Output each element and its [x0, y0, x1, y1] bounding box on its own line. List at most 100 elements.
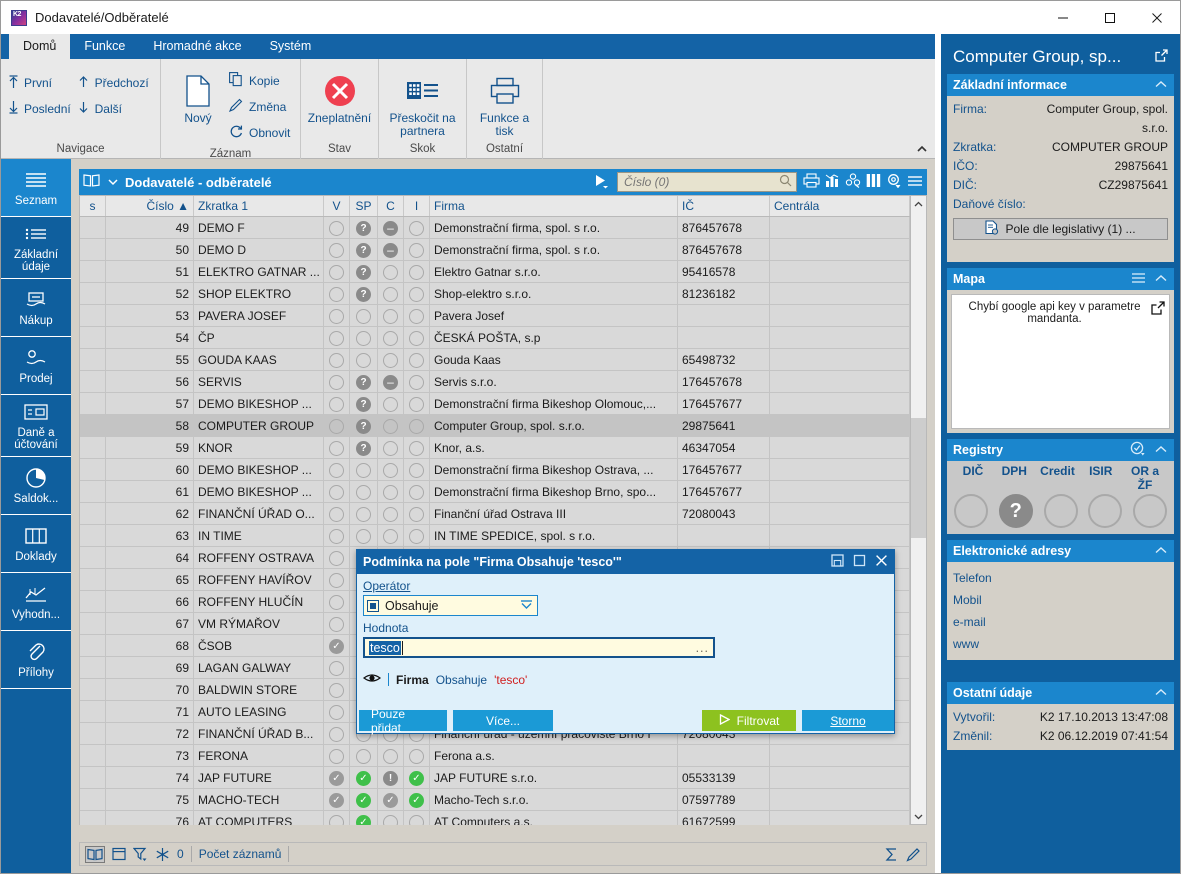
zmena-button[interactable]: Změna — [229, 94, 290, 120]
sidebar-item-prilohy[interactable]: Přílohy — [1, 631, 71, 689]
obnovit-button[interactable]: Obnovit — [229, 120, 290, 146]
play-filter-icon[interactable] — [593, 173, 609, 192]
section-header-registry[interactable]: Registry — [947, 439, 1174, 461]
registry-circle-credit[interactable] — [1044, 494, 1078, 528]
table-row[interactable]: 62FINANČNÍ ÚŘAD O...Finanční úřad Ostrav… — [80, 503, 926, 525]
sidebar-item-seznam[interactable]: Seznam — [1, 159, 71, 217]
close-button[interactable] — [1133, 1, 1180, 34]
table-row[interactable]: 54ČPČESKÁ POŠTA, s.p — [80, 327, 926, 349]
chevron-down-icon[interactable] — [107, 175, 119, 189]
column-header-c[interactable]: C — [378, 196, 404, 216]
tab-domu[interactable]: Domů — [9, 34, 70, 59]
nav-dalsi-button[interactable]: Další — [78, 96, 154, 122]
bar-chart-icon[interactable] — [825, 173, 840, 191]
table-row[interactable]: 58COMPUTER GROUP?Computer Group, spol. s… — [80, 415, 926, 437]
archive-icon[interactable] — [112, 847, 126, 861]
chevron-up-icon[interactable] — [1154, 78, 1168, 92]
section-header-zakladni[interactable]: Základní informace — [947, 74, 1174, 96]
book-open-icon[interactable] — [85, 846, 105, 863]
cancel-button[interactable]: Storno — [802, 710, 894, 731]
table-row[interactable]: 63IN TIMEIN TIME SPEDICE, spol. s r.o. — [80, 525, 926, 547]
search-input[interactable] — [622, 174, 779, 190]
sidebar-item-zakladni-udaje[interactable]: Základní údaje — [1, 217, 71, 279]
value-input[interactable]: tesco ... — [363, 637, 715, 658]
table-row[interactable]: 75MACHO-TECH✓✓✓✓Macho-Tech s.r.o.0759778… — [80, 789, 926, 811]
funnel-icon[interactable] — [133, 847, 148, 862]
table-row[interactable]: 74JAP FUTURE✓✓!✓JAP FUTURE s.r.o.0553313… — [80, 767, 926, 789]
scroll-up-button[interactable] — [911, 196, 926, 212]
column-header-i[interactable]: I — [404, 196, 430, 216]
external-link-icon[interactable] — [1155, 49, 1168, 65]
printer-icon[interactable] — [803, 173, 820, 191]
pole-dle-legislativy-button[interactable]: Pole dle legislativy (1) ... — [953, 218, 1168, 240]
section-header-ostatni[interactable]: Ostatní údaje — [947, 682, 1174, 704]
grid-vertical-scrollbar[interactable] — [910, 195, 927, 825]
table-row[interactable]: 53PAVERA JOSEFPavera Josef — [80, 305, 926, 327]
column-header-zkratka[interactable]: Zkratka 1 — [194, 196, 324, 216]
snowflake-icon[interactable] — [155, 847, 170, 862]
table-row[interactable]: 61DEMO BIKESHOP ...Demonstrační firma Bi… — [80, 481, 926, 503]
chevron-double-down-icon[interactable] — [519, 598, 534, 613]
table-row[interactable]: 52SHOP ELEKTRO?Shop-elektro s.r.o.812361… — [80, 283, 926, 305]
section-header-mapa[interactable]: Mapa — [947, 268, 1174, 290]
gear-icon[interactable] — [886, 173, 902, 191]
column-header-ic[interactable]: IČ — [678, 196, 770, 216]
sidebar-item-dane-a-uctovani[interactable]: Daně a účtování — [1, 395, 71, 457]
column-header-v[interactable]: V — [324, 196, 350, 216]
maximize-icon[interactable] — [853, 554, 866, 570]
filter-button[interactable]: Filtrovat — [702, 710, 796, 731]
nav-prvni-button[interactable]: První — [7, 70, 78, 96]
table-row[interactable]: 59KNOR?Knor, a.s.46347054 — [80, 437, 926, 459]
tab-system[interactable]: Systém — [256, 34, 326, 59]
search-input-wrapper[interactable] — [617, 172, 797, 192]
table-row[interactable]: 57DEMO BIKESHOP ...?Demonstrační firma B… — [80, 393, 926, 415]
sidebar-item-doklady[interactable]: Doklady — [1, 515, 71, 573]
column-header-centrala[interactable]: Centrála — [770, 196, 910, 216]
save-icon[interactable] — [831, 554, 844, 570]
kopie-button[interactable]: Kopie — [229, 68, 290, 94]
columns-icon[interactable] — [866, 173, 881, 191]
zneplatneni-button[interactable]: Zneplatnění — [307, 64, 372, 125]
chevron-up-icon[interactable] — [1154, 544, 1168, 558]
column-header-sp[interactable]: SP — [350, 196, 378, 216]
hamburger-icon[interactable] — [907, 174, 923, 191]
eye-icon[interactable] — [363, 672, 381, 687]
registry-circle-or-zf[interactable] — [1133, 494, 1167, 528]
book-icon[interactable] — [83, 173, 100, 191]
hamburger-icon[interactable] — [1131, 272, 1146, 287]
tab-hromadne-akce[interactable]: Hromadné akce — [139, 34, 255, 59]
sidebar-item-vyhodnoceni[interactable]: Vyhodn... — [1, 573, 71, 631]
table-row[interactable]: 60DEMO BIKESHOP ...Demonstrační firma Bi… — [80, 459, 926, 481]
column-header-cislo[interactable]: Číslo ▲ — [106, 196, 194, 216]
nav-predchozi-button[interactable]: Předchozí — [78, 70, 154, 96]
more-button[interactable]: Více... — [453, 710, 553, 731]
external-link-icon[interactable] — [1151, 301, 1165, 318]
registry-circle-dph[interactable]: ? — [999, 494, 1033, 528]
funkce-a-tisk-button[interactable]: Funkce a tisk — [473, 64, 536, 138]
sidebar-item-saldokonto[interactable]: Saldok... — [1, 457, 71, 515]
only-add-button[interactable]: Pouze přidat — [359, 710, 447, 731]
ribbon-collapse-button[interactable] — [915, 144, 929, 156]
close-icon[interactable] — [875, 554, 888, 570]
table-row[interactable]: 76AT COMPUTERS✓AT Computers a.s.61672599 — [80, 811, 926, 825]
chevron-up-icon[interactable] — [1154, 443, 1168, 457]
preskocit-na-partnera-button[interactable]: Přeskočit na partnera — [385, 64, 460, 138]
minimize-button[interactable] — [1039, 1, 1086, 34]
operator-select[interactable]: Obsahuje — [363, 595, 538, 616]
table-row[interactable]: 51ELEKTRO GATNAR ...?Elektro Gatnar s.r.… — [80, 261, 926, 283]
novy-button[interactable]: Nový — [167, 64, 229, 125]
registry-circle-isir[interactable] — [1088, 494, 1122, 528]
sigma-icon[interactable] — [884, 847, 899, 862]
scroll-down-button[interactable] — [911, 808, 926, 824]
chevron-up-icon[interactable] — [1154, 272, 1168, 286]
table-row[interactable]: 49DEMO F?–Demonstrační firma, spol. s r.… — [80, 217, 926, 239]
section-header-adresy[interactable]: Elektronické adresy — [947, 540, 1174, 562]
maximize-button[interactable] — [1086, 1, 1133, 34]
molecule-icon[interactable] — [845, 173, 861, 191]
table-row[interactable]: 50DEMO D?–Demonstrační firma, spol. s r.… — [80, 239, 926, 261]
sidebar-item-prodej[interactable]: Prodej — [1, 337, 71, 395]
table-row[interactable]: 56SERVIS?–Servis s.r.o.176457678 — [80, 371, 926, 393]
registry-circle-dic[interactable] — [954, 494, 988, 528]
pencil-icon[interactable] — [906, 847, 921, 862]
column-header-firma[interactable]: Firma — [430, 196, 678, 216]
